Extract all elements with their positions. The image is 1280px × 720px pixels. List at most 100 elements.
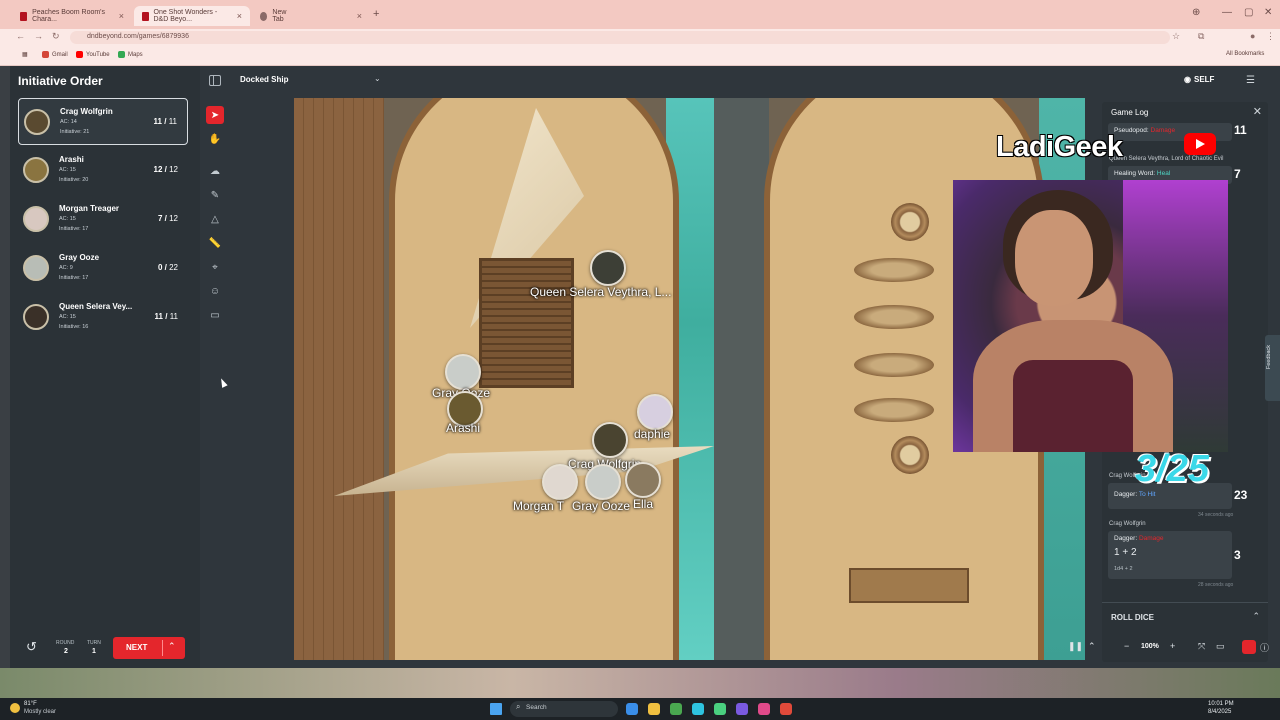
file-explorer-icon[interactable] [648,703,660,715]
chrome-icon[interactable] [670,703,682,715]
maximize-icon[interactable]: ▢ [1244,7,1253,18]
ruler-icon[interactable]: 📏 [206,234,224,252]
combatant-hp[interactable]: 11 / 11 [155,312,178,321]
pause-icon[interactable]: ❚❚ [1068,641,1083,652]
menu-icon[interactable]: ☰ [1246,75,1255,86]
zoom-out-icon[interactable]: − [1124,641,1129,651]
taskbar-app-icon[interactable] [780,703,792,715]
dnd-dice-icon[interactable] [1242,640,1256,654]
token-crag-wolfgrin[interactable] [592,422,628,458]
close-icon[interactable]: × [119,11,124,21]
extensions-icon[interactable]: ⧉ [1198,31,1204,42]
address-bar-row: ← → ↻ dndbeyond.com/games/6879936 ☆ ⧉ ● … [0,29,1280,45]
token-queen-selera[interactable] [590,250,626,286]
fit-screen-icon[interactable]: ⤧ [1198,641,1205,652]
browser-tab[interactable]: Peaches Boom Room's Chara... × [12,6,132,26]
discord-icon[interactable] [736,703,748,715]
combatant-gray-ooze[interactable]: Gray Ooze AC: 9 Initiative: 17 0 / 22 [18,245,188,292]
token-ella[interactable] [625,462,661,498]
taskbar-app-icon[interactable] [714,703,726,715]
rowboat [854,353,934,377]
round-value: 2 [64,648,68,655]
info-icon[interactable]: ⓘ [1260,641,1269,654]
bookmark-star-icon[interactable]: ☆ [1172,31,1180,42]
roll-type: Damage [1150,127,1176,134]
target-icon[interactable]: ⌖ [206,258,224,276]
weather-desc: Mostly clear [24,709,57,715]
combatant-hp[interactable]: 0 / 22 [158,263,178,272]
close-icon[interactable]: × [237,11,242,21]
forward-icon[interactable]: → [34,31,43,41]
combatant-name: Queen Selera Vey... [59,302,133,311]
chevron-down-icon[interactable]: ⌄ [374,74,381,83]
all-bookmarks[interactable]: All Bookmarks [1226,51,1264,57]
roll-dice-toggle[interactable]: ROLL DICE [1111,613,1154,622]
new-tab-button[interactable]: + [373,8,379,20]
close-window-icon[interactable]: ✕ [1264,7,1272,18]
reload-icon[interactable]: ↻ [52,31,60,42]
combatant-hp[interactable]: 12 / 12 [154,165,178,174]
fog-cloud-icon[interactable]: ☁ [206,162,224,180]
token-label: Arashi [446,421,481,435]
character-icon[interactable]: ☺ [206,282,224,300]
taskbar-app-icon[interactable] [692,703,704,715]
log-action: Pseudopod: Damage [1114,127,1175,134]
combatant-name: Arashi [59,155,84,164]
chevron-up-icon[interactable]: ⌃ [1088,641,1096,652]
next-turn-button[interactable]: NEXT ⌃ [113,637,185,659]
chevron-up-icon[interactable]: ⌃ [1252,611,1260,622]
zoom-level: 100% [1141,643,1159,650]
profile-icon[interactable]: ● [1250,31,1255,41]
token-gray-ooze[interactable] [445,354,481,390]
bookmark-youtube[interactable]: YouTube [76,51,110,58]
combatant-initiative: Initiative: 17 [59,226,89,232]
bookmark-maps[interactable]: Maps [118,51,143,58]
combatant-hp[interactable]: 7 / 12 [158,214,178,223]
hp-max: 11 [169,312,178,321]
apps-icon[interactable]: ▦ [22,51,28,58]
combatant-queen-selera[interactable]: Queen Selera Vey... AC: 15 Initiative: 1… [18,294,188,341]
token-gray-ooze-2[interactable] [585,464,621,500]
minimize-icon[interactable]: — [1222,7,1232,18]
select-pointer-icon[interactable]: ➤ [206,106,224,124]
combatant-initiative: Initiative: 21 [60,129,90,135]
token-morgan-treager[interactable] [542,464,578,500]
close-icon[interactable]: × [357,11,362,21]
hp-current: 11 [154,312,164,321]
windows-start-icon[interactable] [490,703,502,715]
combatant-morgan-treager[interactable]: Morgan Treager AC: 15 Initiative: 17 7 /… [18,196,188,243]
turn-label: TURN [87,640,101,646]
combatant-ac: AC: 15 [59,216,76,222]
back-icon[interactable]: ← [16,31,25,41]
sidebar-collapse-icon[interactable] [209,75,221,86]
taskbar-app-icon[interactable] [626,703,638,715]
view-mode-selector[interactable]: ◉ SELF [1184,75,1214,84]
tab-search-icon[interactable]: ⊕ [1192,7,1200,18]
browser-tab[interactable]: New Tab × [252,6,370,26]
combatant-ac: AC: 9 [59,265,73,271]
weather-icon[interactable] [10,703,20,713]
combatant-name: Gray Ooze [59,253,100,262]
token-daphie[interactable] [637,394,673,430]
draw-pencil-icon[interactable]: ✎ [206,186,224,204]
url-field[interactable]: dndbeyond.com/games/6879936 [70,31,1170,44]
close-icon[interactable]: ✕ [1253,105,1262,118]
taskbar-app-icon[interactable] [758,703,770,715]
shapes-icon[interactable]: △ [206,210,224,228]
token-label: Queen Selera Veythra, L... [530,285,672,299]
zoom-in-icon[interactable]: + [1170,641,1175,651]
note-icon[interactable]: ▭ [206,306,224,324]
bookmark-gmail[interactable]: Gmail [42,51,68,58]
avatar [24,109,50,135]
browser-tab-active[interactable]: One Shot Wonders - D&D Beyo... × [134,6,250,26]
combatant-arashi[interactable]: Arashi AC: 15 Initiative: 20 12 / 12 [18,147,188,194]
undo-icon[interactable]: ↺ [26,639,37,655]
chevron-up-icon[interactable]: ⌃ [168,641,176,652]
turn-value: 1 [92,648,96,655]
combatant-crag-wolfgrin[interactable]: Crag Wolfgrin AC: 14 Initiative: 21 11 /… [18,98,188,145]
display-icon[interactable]: ▭ [1216,641,1225,652]
pan-hand-icon[interactable]: ✋ [206,130,224,148]
combatant-hp[interactable]: 11 / 11 [154,117,177,126]
map-selector[interactable]: Docked Ship [240,75,288,84]
kebab-menu-icon[interactable]: ⋮ [1266,31,1275,42]
